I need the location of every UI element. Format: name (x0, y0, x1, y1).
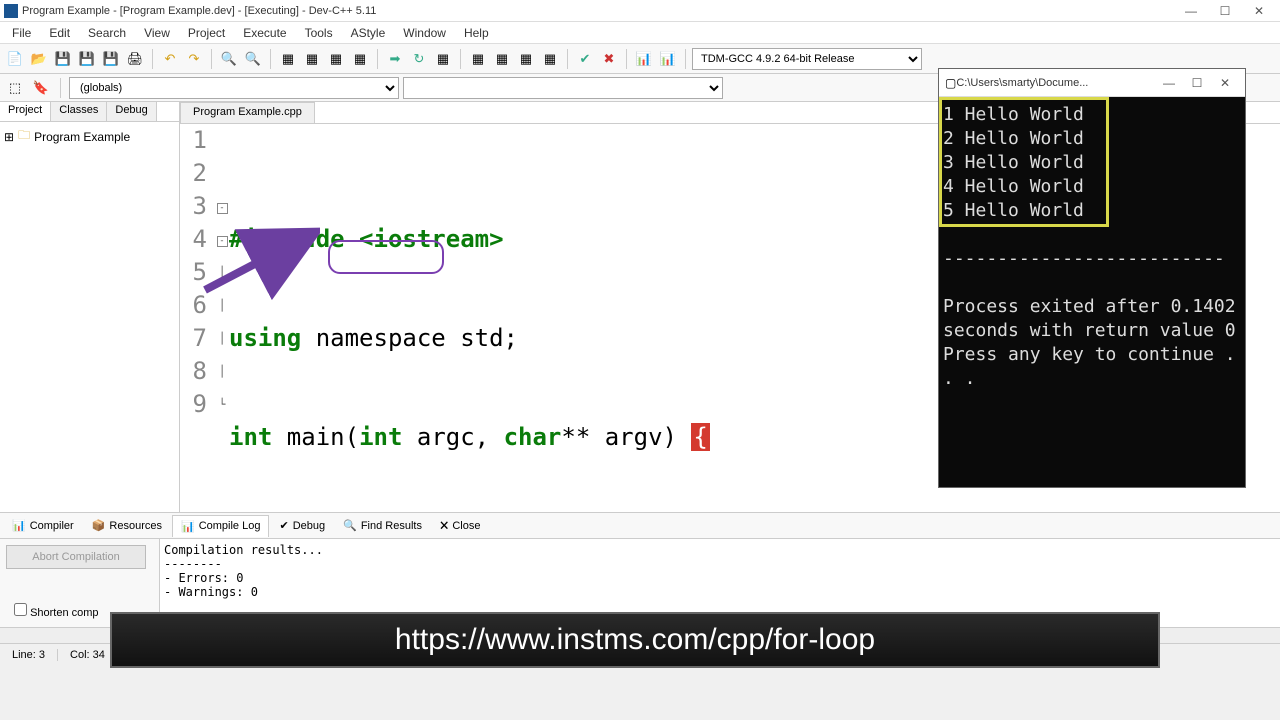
toolbar-separator (60, 78, 61, 98)
menu-window[interactable]: Window (395, 24, 454, 42)
toolbar-separator (270, 49, 271, 69)
project-root[interactable]: ⊞ 🗀 Program Example (4, 126, 175, 147)
url-watermark: https://www.instms.com/cpp/for-loop (110, 612, 1160, 668)
folder-icon: 🗀 (18, 126, 30, 147)
console-output: 1 Hello World 2 Hello World 3 Hello Worl… (939, 97, 1245, 397)
console-titlebar: ▢ C:\Users\smarty\Docume... — ☐ ✕ (939, 69, 1245, 97)
toolbar-separator (377, 49, 378, 69)
grid2-icon[interactable]: ▦ (491, 48, 513, 70)
project-tree: ⊞ 🗀 Program Example (0, 122, 179, 151)
undo-icon[interactable]: ↶ (159, 48, 181, 70)
console-maximize[interactable]: ☐ (1183, 76, 1211, 90)
left-panel-tabs: Project Classes Debug (0, 102, 179, 122)
console-title: C:\Users\smarty\Docume... (956, 77, 1155, 89)
tab-resources[interactable]: 📦Resources (84, 515, 170, 536)
tab-compile-log[interactable]: 📊Compile Log (172, 515, 269, 537)
bottom-tabs: 📊Compiler 📦Resources 📊Compile Log ✔Debug… (0, 513, 1280, 539)
goto-icon[interactable]: ⬚ (4, 77, 26, 99)
resources-icon: 📦 (92, 519, 106, 532)
run-icon[interactable]: ▦ (301, 48, 323, 70)
profile-icon[interactable]: ▦ (432, 48, 454, 70)
chart2-icon[interactable]: 📊 (657, 48, 679, 70)
tab-debug[interactable]: Debug (107, 102, 156, 121)
project-panel: Project Classes Debug ⊞ 🗀 Program Exampl… (0, 102, 180, 512)
close-icon: 🗙 (440, 516, 448, 535)
status-col: Col: 34 (58, 649, 118, 661)
grid1-icon[interactable]: ▦ (467, 48, 489, 70)
debug-icon: ✔ (279, 519, 288, 532)
find-icon[interactable]: 🔍 (218, 48, 240, 70)
grid4-icon[interactable]: ▦ (539, 48, 561, 70)
redo-icon[interactable]: ↷ (183, 48, 205, 70)
abort-compilation-button[interactable]: Abort Compilation (6, 545, 146, 569)
window-title: Program Example - [Program Example.dev] … (22, 5, 1174, 17)
compile-run-icon[interactable]: ▦ (325, 48, 347, 70)
menu-project[interactable]: Project (180, 24, 233, 42)
menu-help[interactable]: Help (456, 24, 497, 42)
debug-icon[interactable]: ➡ (384, 48, 406, 70)
find-icon: 🔍 (343, 519, 357, 532)
project-label: Program Example (34, 130, 130, 144)
tab-find-results[interactable]: 🔍Find Results (335, 515, 430, 536)
console-close[interactable]: ✕ (1211, 76, 1239, 90)
chart1-icon[interactable]: 📊 (633, 48, 655, 70)
menu-file[interactable]: File (4, 24, 39, 42)
tab-classes[interactable]: Classes (51, 102, 107, 121)
replace-icon[interactable]: 🔍 (242, 48, 264, 70)
tab-project[interactable]: Project (0, 102, 51, 121)
compiler-select[interactable]: TDM-GCC 4.9.2 64-bit Release (692, 48, 922, 70)
bookmark-icon[interactable]: 🔖 (30, 77, 52, 99)
compile-icon[interactable]: ▦ (277, 48, 299, 70)
fold-icon[interactable]: - (217, 203, 228, 214)
function-select[interactable] (403, 77, 723, 99)
saveall-icon[interactable]: 💾 (76, 48, 98, 70)
console-icon: ▢ (945, 76, 956, 90)
console-minimize[interactable]: — (1155, 76, 1183, 90)
menu-astyle[interactable]: AStyle (343, 24, 394, 42)
menu-search[interactable]: Search (80, 24, 134, 42)
menu-execute[interactable]: Execute (235, 24, 294, 42)
tab-debug-bottom[interactable]: ✔Debug (271, 515, 333, 536)
grid3-icon[interactable]: ▦ (515, 48, 537, 70)
tab-compiler[interactable]: 📊Compiler (4, 515, 82, 536)
line-gutter: 123456789 (180, 124, 215, 512)
toolbar-separator (626, 49, 627, 69)
log-icon: 📊 (181, 520, 195, 533)
close-button[interactable]: ✕ (1242, 1, 1276, 21)
compiler-icon: 📊 (12, 519, 26, 532)
stop-icon[interactable]: ↻ (408, 48, 430, 70)
print-icon[interactable]: 🖨 (124, 48, 146, 70)
file-tab[interactable]: Program Example.cpp (180, 102, 315, 123)
toolbar-separator (152, 49, 153, 69)
check-icon[interactable]: ✔ (574, 48, 596, 70)
menubar: File Edit Search View Project Execute To… (0, 22, 1280, 44)
console-window: ▢ C:\Users\smarty\Docume... — ☐ ✕ 1 Hell… (938, 68, 1246, 488)
toolbar-separator (685, 49, 686, 69)
save-icon[interactable]: 💾 (52, 48, 74, 70)
rebuild-icon[interactable]: ▦ (349, 48, 371, 70)
menu-tools[interactable]: Tools (297, 24, 341, 42)
window-titlebar: Program Example - [Program Example.dev] … (0, 0, 1280, 22)
status-line: Line: 3 (0, 649, 58, 661)
minimize-button[interactable]: — (1174, 1, 1208, 21)
cross-icon[interactable]: ✖ (598, 48, 620, 70)
menu-view[interactable]: View (136, 24, 178, 42)
globals-select[interactable]: (globals) (69, 77, 399, 99)
toolbar-separator (460, 49, 461, 69)
tab-close[interactable]: 🗙Close (432, 512, 489, 539)
toolbar-separator (567, 49, 568, 69)
menu-edit[interactable]: Edit (41, 24, 78, 42)
shorten-checkbox[interactable] (14, 603, 27, 616)
toolbar-separator (211, 49, 212, 69)
fold-column: --││││└ (215, 124, 229, 512)
maximize-button[interactable]: ☐ (1208, 1, 1242, 21)
new-icon[interactable]: 📄 (4, 48, 26, 70)
circle-annotation (328, 240, 444, 274)
saveas-icon[interactable]: 💾 (100, 48, 122, 70)
arrow-annotation (200, 220, 320, 300)
open-icon[interactable]: 📂 (28, 48, 50, 70)
expand-icon[interactable]: ⊞ (4, 130, 14, 144)
app-icon (4, 4, 18, 18)
